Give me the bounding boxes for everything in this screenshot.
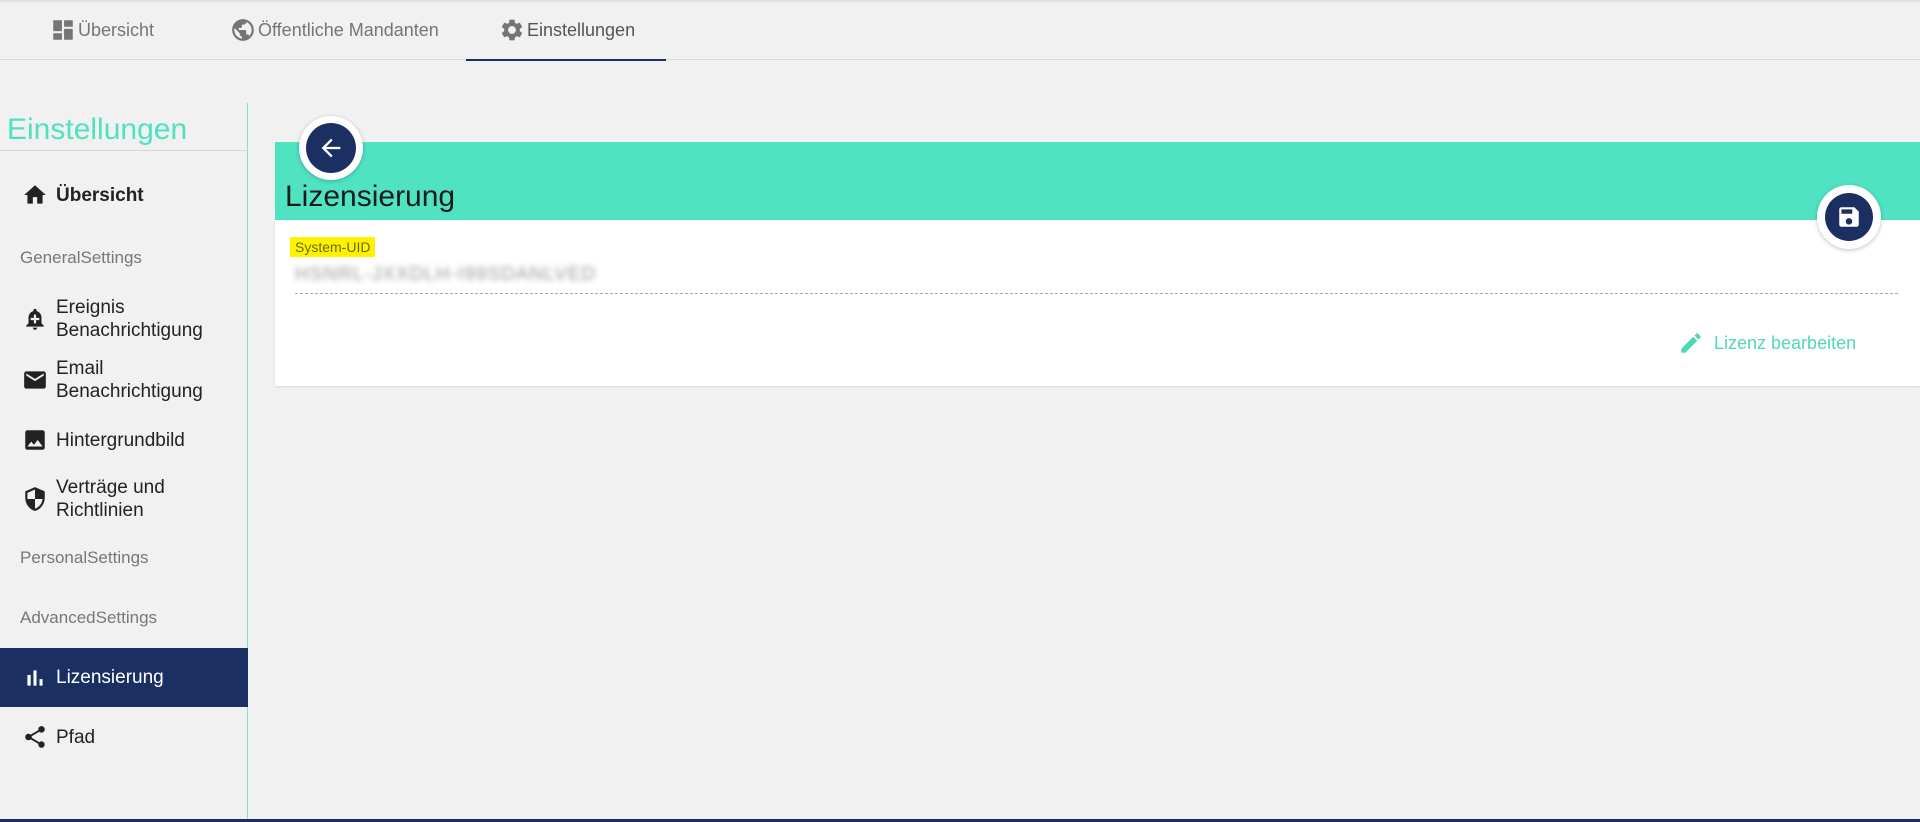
arrow-left-icon — [321, 138, 341, 158]
bar-chart-icon — [27, 669, 43, 686]
edit-license-button[interactable]: Lizenz bearbeiten — [1678, 330, 1856, 356]
tab-label: Öffentliche Mandanten — [258, 19, 439, 40]
shield-icon — [25, 487, 45, 511]
page-title: Lizensierung — [285, 180, 456, 213]
system-uid-value[interactable]: HSNRL-JXXDLH-I99SDANLVED — [295, 264, 596, 286]
section-advanced-settings: AdvancedSettings — [20, 608, 158, 627]
gear-icon — [501, 19, 523, 41]
section-personal-settings: PersonalSettings — [20, 548, 149, 567]
sidebar-item-label: Pfad — [56, 726, 96, 748]
system-uid-label: System-UID — [290, 237, 376, 257]
sidebar-item-ubersicht[interactable]: Übersicht — [0, 175, 248, 215]
share-icon — [25, 726, 45, 748]
tab-label: Übersicht — [78, 19, 155, 40]
card-body — [275, 220, 1920, 386]
card-header: Lizensierung — [275, 142, 1920, 220]
image-icon — [25, 430, 45, 450]
sidebar-item-label: Übersicht — [56, 184, 144, 206]
sidebar-item-label-line1: Ereignis — [56, 297, 125, 318]
save-button[interactable] — [1817, 185, 1881, 249]
section-general-settings: GeneralSettings — [20, 248, 142, 267]
blurred-content — [295, 326, 675, 360]
back-button[interactable] — [299, 116, 363, 180]
sidebar-item-label-line1: Verträge und — [56, 477, 165, 498]
sidebar-item-label: Lizensierung — [56, 667, 164, 688]
sidebar-item-label-line1: Email — [56, 358, 104, 379]
settings-sidebar: Einstellungen Übersicht GeneralSettings … — [0, 103, 248, 819]
sidebar-item-label: Hintergrundbild — [56, 429, 185, 451]
system-uid-underline — [295, 293, 1898, 294]
sidebar-title: Einstellungen — [7, 113, 188, 146]
globe-icon — [232, 19, 254, 41]
tab-label: Einstellungen — [527, 19, 636, 40]
dashboard-icon — [53, 20, 73, 40]
mail-icon — [24, 371, 46, 389]
sidebar-item-label-line2: Benachrichtigung — [56, 381, 203, 402]
sidebar-item-label-line2: Benachrichtigung — [56, 320, 203, 341]
sidebar-item-hintergrundbild[interactable]: Hintergrundbild — [0, 420, 248, 460]
sidebar-item-lizensierung[interactable]: Lizensierung — [0, 648, 248, 707]
sidebar-item-vertraege-richtlinien[interactable]: Verträge und Richtlinien — [0, 474, 248, 524]
home-icon — [24, 185, 46, 204]
top-tab-bar: Übersicht Öffentliche Mandanten Einstell… — [0, 0, 1920, 61]
tab-ubersicht[interactable]: Übersicht — [50, 0, 180, 60]
sidebar-divider — [0, 150, 248, 151]
sidebar-item-ereignis-benachrichtigung[interactable]: Ereignis Benachrichtigung — [0, 294, 248, 344]
pencil-icon — [1681, 333, 1701, 353]
sidebar-item-label-line2: Richtlinien — [56, 500, 144, 521]
tab-einstellungen[interactable]: Einstellungen — [466, 0, 666, 61]
sidebar-item-email-benachrichtigung[interactable]: Email Benachrichtigung — [0, 355, 248, 405]
edit-license-label: Lizenz bearbeiten — [1714, 332, 1857, 353]
save-icon — [1839, 207, 1859, 227]
sidebar-item-pfad[interactable]: Pfad — [0, 717, 248, 757]
bell-plus-icon — [26, 308, 44, 330]
tab-oeffentliche-mandanten[interactable]: Öffentliche Mandanten — [230, 0, 450, 60]
